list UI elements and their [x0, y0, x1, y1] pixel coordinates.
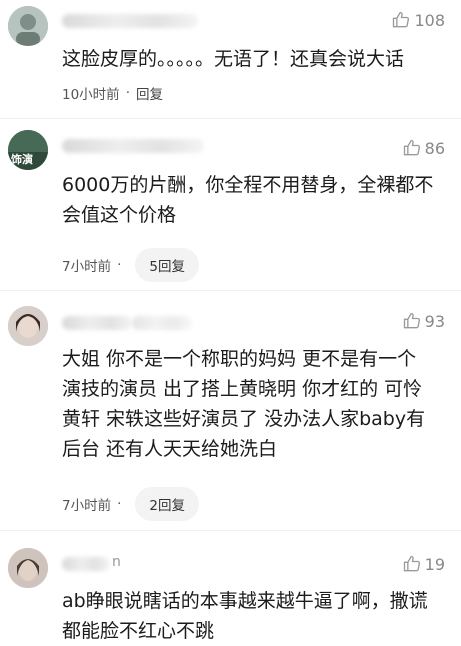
like-button[interactable]: 19	[402, 554, 445, 574]
avatar[interactable]	[8, 6, 48, 46]
thumbs-up-icon	[403, 312, 420, 329]
username-redacted	[62, 14, 198, 28]
divider	[0, 290, 461, 291]
username-redacted	[62, 316, 132, 330]
timestamp: 10小时前	[62, 87, 120, 103]
username-redacted	[132, 316, 192, 330]
like-count: 93	[424, 311, 445, 331]
separator-dot: ·	[117, 496, 122, 512]
username-redacted	[62, 557, 110, 571]
avatar[interactable]	[8, 548, 48, 588]
avatar-text: 饰演	[11, 153, 33, 166]
separator-dot: ·	[117, 257, 122, 273]
like-button[interactable]: 93	[402, 311, 445, 331]
replies-button[interactable]: 2回复	[135, 487, 199, 521]
comment-text: 6000万的片酬，你全程不用替身，全裸都不 会值这个价格	[62, 174, 434, 226]
thumbs-up-icon	[393, 11, 410, 28]
comment-meta: 10小时前 · 回复	[62, 83, 163, 103]
thumbs-up-icon	[403, 139, 420, 156]
avatar[interactable]	[8, 306, 48, 346]
divider	[0, 530, 461, 531]
separator-dot: ·	[125, 85, 130, 101]
thumbs-up-icon	[403, 555, 420, 572]
reply-button[interactable]: 回复	[136, 83, 163, 103]
username-redacted	[62, 139, 204, 153]
divider	[0, 118, 461, 119]
like-count: 86	[424, 138, 445, 158]
comment-meta: 7小时前 · 2回复	[62, 487, 199, 521]
like-count: 19	[424, 554, 445, 574]
comment-text: 大姐 你不是一个称职的妈妈 更不是有一个 演技的演员 出了搭上黄晓明 你才红的 …	[62, 348, 426, 460]
timestamp: 7小时前	[62, 259, 112, 275]
comment-meta: 7小时前 · 5回复	[62, 248, 199, 282]
timestamp: 7小时前	[62, 498, 112, 514]
like-button[interactable]: 108	[391, 10, 445, 30]
avatar[interactable]: 饰演	[8, 130, 48, 170]
comment-text: 这脸皮厚的。。。。。无语了！还真会说大话	[62, 48, 405, 70]
username-suffix: n	[112, 554, 121, 570]
like-button[interactable]: 86	[402, 138, 445, 158]
like-count: 108	[414, 10, 445, 30]
comment-text: ab睁眼说瞎话的本事越来越牛逼了啊，撒谎 都能脸不红心不跳	[62, 590, 428, 642]
replies-button[interactable]: 5回复	[135, 248, 199, 282]
